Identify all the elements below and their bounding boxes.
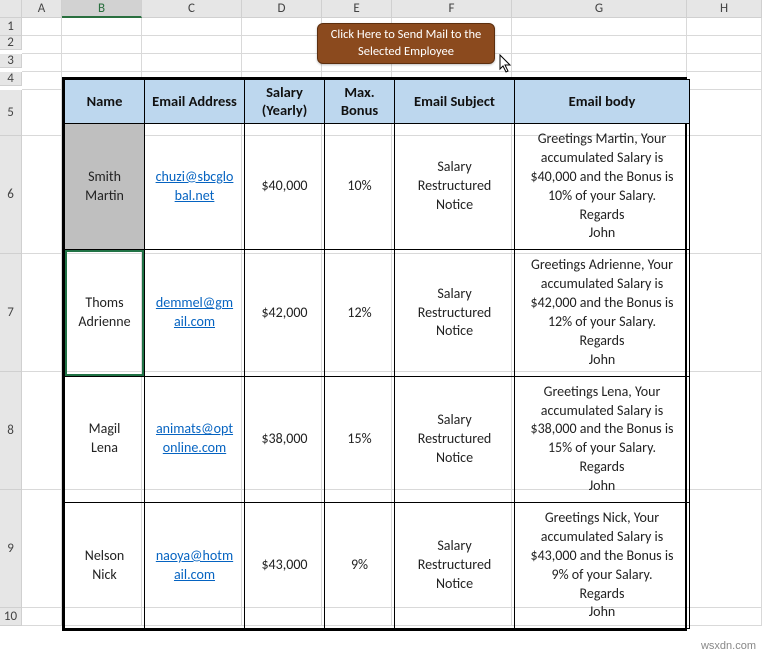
row-header-6[interactable]: 6 [0,136,22,254]
th-body[interactable]: Email body [515,80,690,124]
cell-salary[interactable]: $43,000 [245,503,325,629]
employee-table: Name Email Address Salary (Yearly) Max. … [62,77,687,631]
th-email[interactable]: Email Address [145,80,245,124]
email-link[interactable]: demmel@gmail.com [156,294,233,330]
cell-body[interactable]: Greetings Martin, Your accumulated Salar… [515,124,690,250]
table-row: SmithMartin chuzi@sbcglobal.net $40,000 … [65,124,690,250]
cell-body[interactable]: Greetings Nick, Your accumulated Salary … [515,503,690,629]
th-bonus[interactable]: Max. Bonus [325,80,395,124]
th-subject[interactable]: Email Subject [395,80,515,124]
row-header-2[interactable]: 2 [0,36,22,50]
table-row: ThomsAdrienne demmel@gmail.com $42,000 1… [65,250,690,376]
th-name[interactable]: Name [65,80,145,124]
cell-body[interactable]: Greetings Lena, Your accumulated Salary … [515,376,690,502]
row-header-4[interactable]: 4 [0,72,22,86]
send-mail-button-label: Click Here to Send Mail to the Selected … [326,27,486,61]
col-header-C[interactable]: C [142,0,242,18]
row-header-10[interactable]: 10 [0,608,22,626]
cell-salary[interactable]: $42,000 [245,250,325,376]
th-salary[interactable]: Salary (Yearly) [245,80,325,124]
cell-subject[interactable]: SalaryRestructuredNotice [395,503,515,629]
email-link[interactable]: naoya@hotmail.com [156,547,233,583]
col-header-B[interactable]: B [62,0,142,18]
col-header-F[interactable]: F [392,0,512,18]
email-link[interactable]: chuzi@sbcglobal.net [156,168,234,204]
row-header-3[interactable]: 3 [0,54,22,68]
send-mail-button[interactable]: Click Here to Send Mail to the Selected … [317,23,495,64]
cell-bonus[interactable]: 15% [325,376,395,502]
cell-subject[interactable]: SalaryRestructuredNotice [395,376,515,502]
watermark: wsxdn.com [701,640,756,652]
col-header-G[interactable]: G [512,0,687,18]
col-header-E[interactable]: E [322,0,392,18]
cell-name[interactable]: NelsonNick [65,503,145,629]
cell-bonus[interactable]: 12% [325,250,395,376]
cell-bonus[interactable]: 9% [325,503,395,629]
select-all-corner[interactable] [0,0,22,18]
cell-email[interactable]: chuzi@sbcglobal.net [145,124,245,250]
email-link[interactable]: animats@optonline.com [156,420,233,456]
cell-email[interactable]: animats@optonline.com [145,376,245,502]
row-header-7[interactable]: 7 [0,254,22,372]
row-header-5[interactable]: 5 [0,90,22,136]
cell-salary[interactable]: $38,000 [245,376,325,502]
row-header-1[interactable]: 1 [0,18,22,36]
col-header-H[interactable]: H [687,0,762,18]
row-header-8[interactable]: 8 [0,372,22,490]
cell-name[interactable]: ThomsAdrienne [65,250,145,376]
cell-name[interactable]: MagilLena [65,376,145,502]
cell-salary[interactable]: $40,000 [245,124,325,250]
table-header-row: Name Email Address Salary (Yearly) Max. … [65,80,690,124]
cell-body[interactable]: Greetings Adrienne, Your accumulated Sal… [515,250,690,376]
cell-name[interactable]: SmithMartin [65,124,145,250]
cell-subject[interactable]: SalaryRestructuredNotice [395,250,515,376]
col-header-D[interactable]: D [242,0,322,18]
table-row: NelsonNick naoya@hotmail.com $43,000 9% … [65,503,690,629]
cell-email[interactable]: naoya@hotmail.com [145,503,245,629]
table-row: MagilLena animats@optonline.com $38,000 … [65,376,690,502]
cell-email[interactable]: demmel@gmail.com [145,250,245,376]
row-header-9[interactable]: 9 [0,490,22,608]
cell-bonus[interactable]: 10% [325,124,395,250]
cell-subject[interactable]: SalaryRestructuredNotice [395,124,515,250]
col-header-A[interactable]: A [22,0,62,18]
